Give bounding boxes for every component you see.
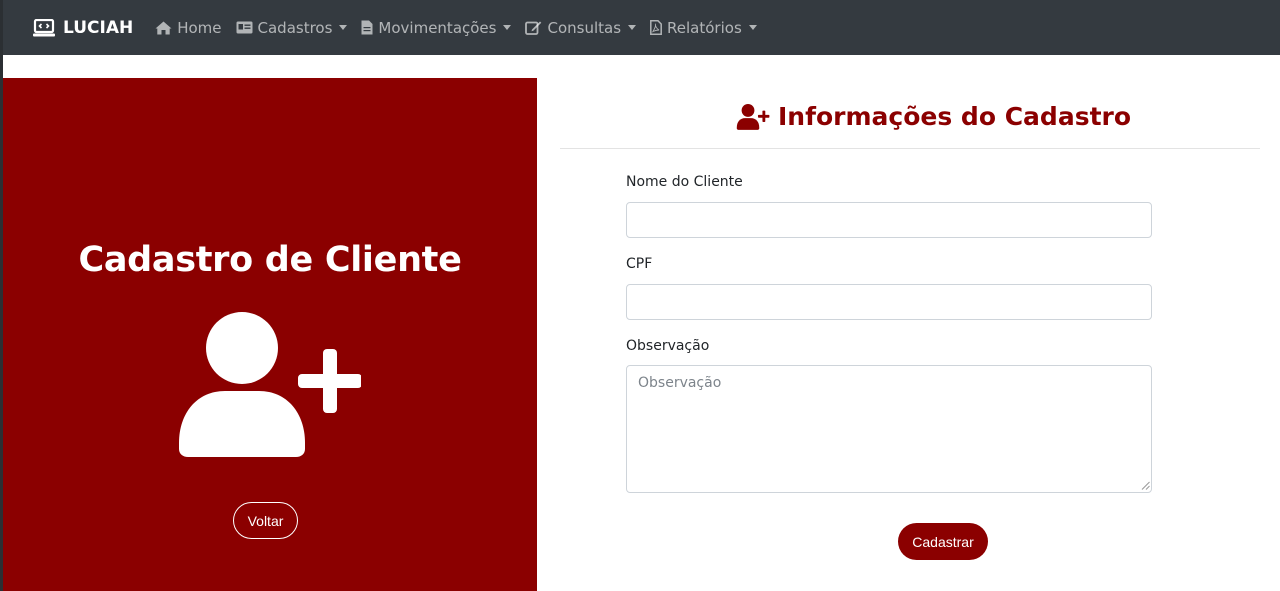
nav-cadastros[interactable]: Cadastros (236, 19, 348, 37)
nav-home[interactable]: Home (155, 18, 222, 37)
nav-movimentacoes-label: Movimentações (378, 18, 497, 37)
observacao-label: Observação (626, 338, 710, 354)
hero-title: Cadastro de Cliente (78, 240, 462, 280)
nav-consultas[interactable]: Consultas (525, 18, 637, 37)
nav-home-label: Home (177, 18, 222, 37)
user-plus-icon (179, 312, 362, 462)
nav-consultas-label: Consultas (547, 18, 622, 37)
nome-label: Nome do Cliente (626, 174, 743, 190)
brand-name: LUCIAH (63, 17, 134, 38)
cadastrar-button[interactable]: Cadastrar (898, 523, 988, 560)
home-icon (155, 21, 172, 34)
brand-link[interactable]: LUCIAH (33, 18, 133, 38)
chevron-down-icon (628, 25, 637, 30)
top-navbar: LUCIAH Home Cadastros Movimentações Cons… (3, 0, 1280, 55)
nav-relatorios-label: Relatórios (667, 18, 742, 37)
edit-icon (525, 21, 542, 35)
nav-movimentacoes[interactable]: Movimentações (361, 18, 512, 37)
resize-handle-icon[interactable] (1141, 481, 1150, 490)
chevron-down-icon (748, 25, 757, 30)
form-title: Informações do Cadastro (778, 102, 1132, 131)
observacao-textarea[interactable] (626, 365, 1152, 493)
nome-input[interactable] (626, 202, 1152, 238)
divider (560, 148, 1260, 149)
user-plus-icon (736, 103, 770, 130)
file-pdf-icon (650, 20, 662, 35)
nav-relatorios[interactable]: Relatórios (650, 19, 757, 37)
form-heading: Informações do Cadastro (736, 102, 1131, 131)
cpf-label: CPF (626, 256, 653, 272)
laptop-code-icon (33, 18, 55, 36)
chevron-down-icon (339, 25, 348, 30)
left-hero-panel: Cadastro de Cliente Voltar (3, 78, 537, 591)
chevron-down-icon (503, 25, 512, 30)
id-card-icon (236, 21, 253, 34)
back-button[interactable]: Voltar (233, 502, 298, 539)
cpf-input[interactable] (626, 284, 1152, 320)
nav-cadastros-label: Cadastros (257, 18, 333, 37)
file-icon (361, 20, 373, 35)
